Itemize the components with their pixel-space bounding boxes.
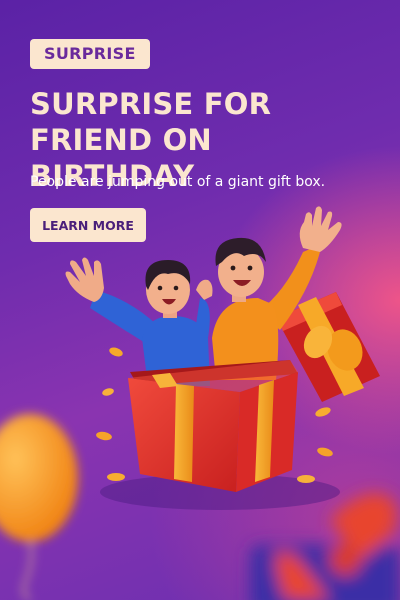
headline-line-1: SURPRISE FOR xyxy=(30,87,272,121)
blurred-gift-icon xyxy=(250,493,400,600)
balloon-icon xyxy=(0,414,78,600)
gift-box-icon xyxy=(128,360,298,492)
promo-banner: SURPRISE SURPRISE FOR FRIEND ON BIRTHDAY… xyxy=(0,0,400,600)
surprise-badge: SURPRISE xyxy=(30,39,150,69)
person-blue-shirt xyxy=(65,257,213,386)
subtitle: People are jumping out of a giant gift b… xyxy=(30,174,326,190)
learn-more-button[interactable]: LEARN MORE xyxy=(30,208,146,242)
